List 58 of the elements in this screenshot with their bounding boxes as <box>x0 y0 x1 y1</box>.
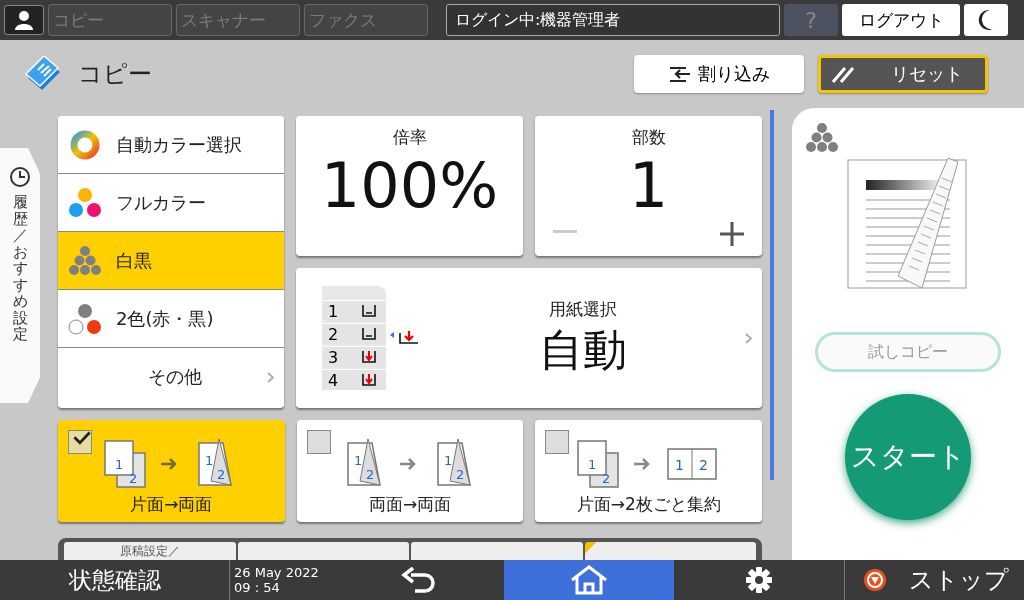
ratio-label: 倍率 <box>392 126 427 149</box>
tray-number: 3 <box>328 347 339 367</box>
double-slash-icon <box>831 64 855 84</box>
user-button[interactable] <box>4 5 44 35</box>
scrollbar[interactable] <box>770 110 774 480</box>
settings-icon <box>746 567 772 593</box>
duplex-option[interactable]: 1 2 1 2 両面→両面 <box>296 420 524 522</box>
chevron-icon <box>267 371 274 383</box>
settings-tab[interactable]: 原稿設定／ <box>64 542 236 560</box>
moon-icon <box>978 9 994 31</box>
interrupt-icon <box>668 65 692 83</box>
color-mode-option[interactable]: 白黒 <box>58 232 284 290</box>
back-icon <box>401 567 437 593</box>
sleep-button[interactable] <box>964 4 1008 36</box>
logout-button[interactable]: ログアウト <box>842 4 960 36</box>
monochrome-dots-icon <box>804 122 840 154</box>
copies-label: 部数 <box>631 126 666 149</box>
time-text: 09 : 54 <box>234 580 281 595</box>
monochrome-dots-icon <box>67 244 103 277</box>
home-icon <box>570 565 608 595</box>
paper-select-label: 用紙選択 <box>548 297 617 321</box>
paper-select-value: 自動 <box>538 322 627 377</box>
plus-icon[interactable] <box>720 222 744 246</box>
bypass-tray-icon <box>390 329 420 347</box>
checkbox[interactable] <box>545 430 570 454</box>
color-mode-option[interactable]: 自動カラー選択 <box>58 116 284 174</box>
login-dropdown[interactable]: ログイン中:機器管理者 <box>446 4 780 36</box>
tray-number: 4 <box>328 370 339 390</box>
screen-title: コピー <box>78 59 152 90</box>
clock-icon <box>9 166 31 188</box>
checkbox[interactable] <box>306 430 331 454</box>
color-swirl-icon <box>70 129 100 160</box>
duplex-option[interactable]: 1 2 1 2 片面→両面 <box>58 420 285 522</box>
two-color-dots-icon <box>67 301 103 336</box>
paper-select-card[interactable]: 1 2 3 4 用紙選択 自動 <box>296 268 762 408</box>
date-text: 26 May 2022 <box>234 565 320 580</box>
other-colors-button[interactable]: その他 <box>58 348 284 406</box>
duplex-label: 片面→両面 <box>130 493 213 516</box>
start-button[interactable]: スタート <box>845 394 971 520</box>
color-mode-option[interactable]: 2色(赤・黒) <box>58 290 284 348</box>
duplex-label: 片面→2枚ごと集約 <box>576 493 721 516</box>
stop-icon <box>863 568 887 592</box>
interrupt-button[interactable]: 割り込み <box>634 55 804 93</box>
duplex-label: 両面→両面 <box>368 493 452 516</box>
tray-number: 2 <box>328 324 339 344</box>
user-icon <box>14 10 34 30</box>
ratio-value: 100% <box>320 149 499 223</box>
duplex-option[interactable]: 1 2 1 2 片面→2枚ごと集約 <box>535 420 762 522</box>
color-dots-icon <box>68 186 102 219</box>
tray-number: 1 <box>328 301 339 321</box>
color-mode-option[interactable]: フルカラー <box>58 174 284 232</box>
checkbox[interactable] <box>68 430 92 454</box>
reset-button[interactable]: リセット <box>818 55 988 93</box>
copies-value: 1 <box>628 149 669 223</box>
history-tab[interactable]: 履歴／おすすめ設定 <box>0 148 40 403</box>
chevron-icon <box>745 332 752 344</box>
home-button[interactable] <box>504 560 674 600</box>
ratio-card[interactable]: 倍率 100% <box>296 116 523 256</box>
